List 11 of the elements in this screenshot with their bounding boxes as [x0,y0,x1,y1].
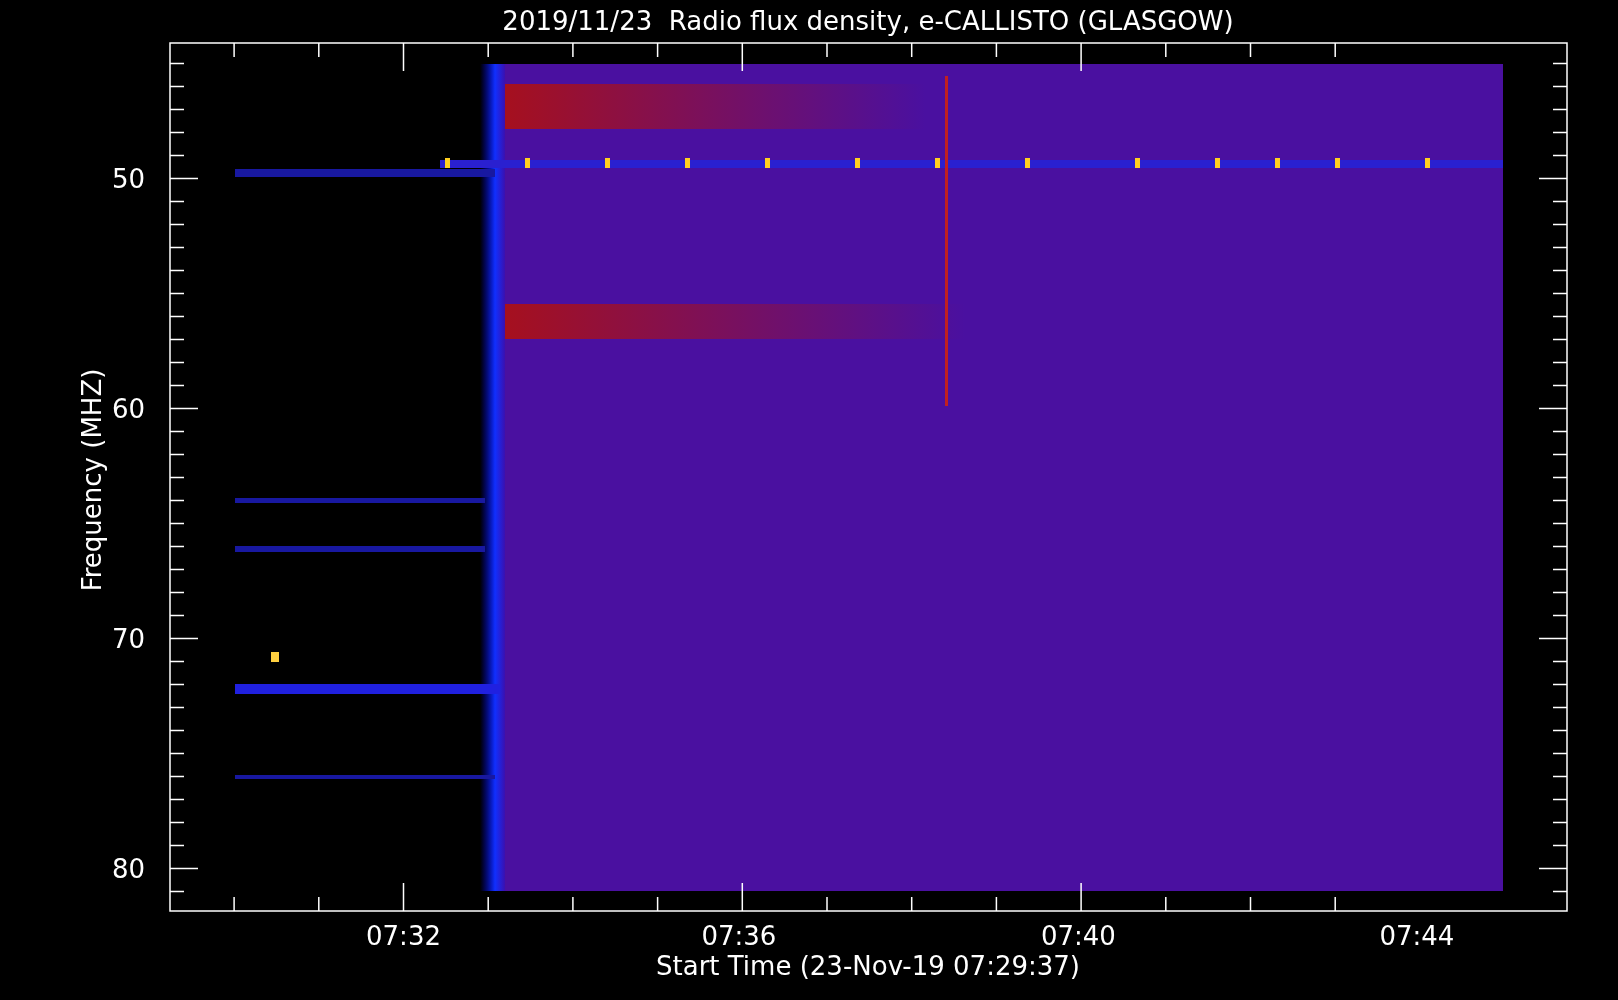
tick-label: 07:44 [1379,921,1455,951]
tick-label: 60 [111,393,145,424]
tick-label: 50 [111,163,145,194]
chart-title: 2019/11/23 Radio flux density, e-CALLISTO (GLASGOW) [502,6,1234,36]
axis-label: Frequency (MHZ) [77,368,107,592]
axis-label: Start Time (23-Nov-19 07:29:37) [656,951,1080,981]
tick-label: 07:40 [1040,921,1116,951]
tick-label: 07:32 [366,921,441,951]
tick-label: 70 [111,623,145,654]
tick-label: 07:36 [701,921,777,951]
tick-label: 80 [111,853,145,884]
